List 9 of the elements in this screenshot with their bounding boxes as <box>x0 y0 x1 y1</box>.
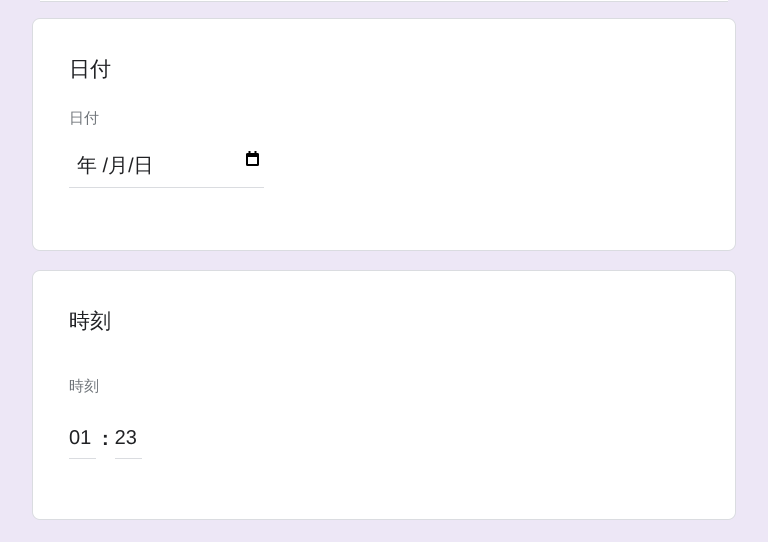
calendar-icon[interactable] <box>245 150 260 167</box>
date-field[interactable]: 年 /月/日 <box>69 146 264 188</box>
hour-field[interactable]: 01 <box>69 422 96 459</box>
question-title: 日付 <box>69 57 112 82</box>
field-label: 日付 <box>69 109 100 130</box>
minute-field[interactable]: 23 <box>114 422 142 459</box>
question-title: 時刻 <box>69 309 112 334</box>
time-separator: : <box>101 426 110 452</box>
field-label: 時刻 <box>69 377 100 398</box>
